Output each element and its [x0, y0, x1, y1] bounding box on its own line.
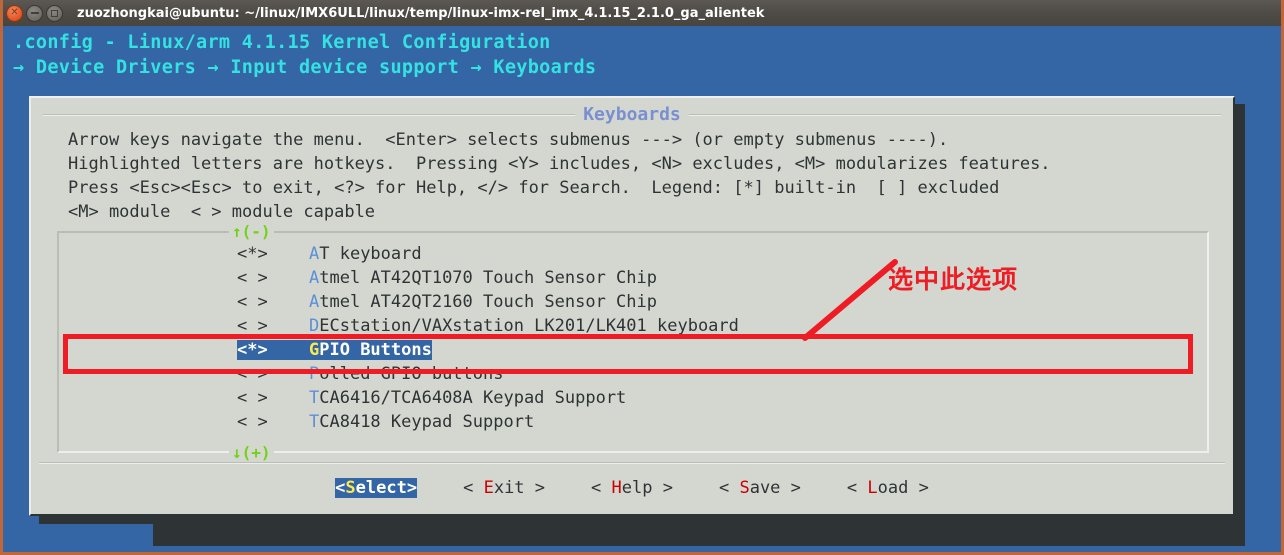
list-item[interactable]: < > TCA6416/TCA6408A Keypad Support — [59, 386, 1207, 410]
maximize-icon — [47, 6, 62, 21]
terminal-window: ✕ zuozhongkai@ubuntu: ~/linux/IMX6ULL/li… — [0, 0, 1284, 555]
terminal-bottom-strip — [153, 524, 1245, 546]
button-label: oad — [877, 478, 909, 498]
option-label: PIO Buttons — [319, 340, 432, 360]
button-label: xit — [493, 478, 525, 498]
option-label: tmel AT42QT1070 Touch Sensor Chip — [319, 268, 658, 288]
list-item[interactable]: < > Atmel AT42QT2160 Touch Sensor Chip — [59, 290, 1207, 314]
option-list-panel: ↑(-) ↓(+) <*> AT keyboard < > Atmel AT42QT… — [57, 222, 1209, 462]
config-title-line: .config - Linux/arm 4.1.15 Kernel Config… — [13, 32, 551, 53]
button-label: elp — [621, 478, 653, 498]
option-flag: < > — [237, 292, 268, 312]
annotation-text: 选中此选项 — [888, 265, 1019, 294]
button-hotkey: H — [611, 478, 622, 498]
terminal-screen: .config - Linux/arm 4.1.15 Kernel Config… — [3, 26, 1281, 552]
option-hotkey: A — [309, 244, 320, 264]
minimize-button[interactable] — [26, 4, 43, 22]
scroll-down-indicator[interactable]: ↓(+) — [229, 443, 274, 462]
exit-button[interactable]: < Exit > — [463, 478, 545, 498]
breadcrumb: → Device Drivers → Input device support … — [13, 57, 597, 78]
window-title: zuozhongkai@ubuntu: ~/linux/IMX6ULL/linu… — [77, 5, 765, 21]
dialog-title-text: Keyboards — [575, 104, 689, 125]
keyboards-dialog: Keyboards Arrow keys navigate the menu. … — [29, 96, 1235, 516]
option-label: tmel AT42QT2160 Touch Sensor Chip — [319, 292, 658, 312]
option-flag: < > — [237, 388, 268, 408]
option-hotkey: T — [309, 412, 320, 432]
button-hotkey: L — [867, 478, 878, 498]
scroll-up-indicator[interactable]: ↑(-) — [229, 222, 274, 241]
minimize-icon — [27, 6, 42, 21]
option-flag: < > — [237, 412, 268, 432]
maximize-button[interactable] — [46, 4, 63, 22]
option-label: CA6416/TCA6408A Keypad Support — [319, 388, 627, 408]
list-item[interactable]: < > Polled GPIO buttons — [59, 362, 1207, 386]
bracket-close: > — [780, 478, 801, 498]
option-selected-content: <*> GPIO Buttons — [237, 340, 432, 360]
option-hotkey: G — [309, 340, 320, 360]
list-item[interactable]: < > Atmel AT42QT1070 Touch Sensor Chip — [59, 266, 1207, 290]
button-label: ave — [749, 478, 781, 498]
bracket-open: < — [335, 478, 346, 498]
window-titlebar[interactable]: ✕ zuozhongkai@ubuntu: ~/linux/IMX6ULL/li… — [3, 0, 1281, 26]
option-hotkey: A — [309, 292, 320, 312]
option-label: T keyboard — [319, 244, 422, 264]
button-hotkey: E — [483, 478, 494, 498]
select-button[interactable]: <Select> — [335, 478, 418, 498]
option-hotkey: T — [309, 388, 320, 408]
button-separator — [39, 462, 1225, 464]
option-flag: <*> — [237, 340, 268, 360]
menuconfig-header: .config - Linux/arm 4.1.15 Kernel Config… — [13, 30, 596, 80]
button-hotkey: S — [345, 478, 356, 498]
list-item[interactable]: < > DECstation/VAXstation LK201/LK401 key… — [59, 314, 1207, 338]
save-button[interactable]: < Save > — [719, 478, 801, 498]
option-hotkey: A — [309, 268, 320, 288]
option-flag: <*> — [237, 244, 268, 264]
option-list: <*> AT keyboard < > Atmel AT42QT1070 Touch… — [59, 242, 1207, 434]
dialog-title: Keyboards — [31, 104, 1233, 125]
bracket-open: < — [846, 478, 868, 498]
option-flag: < > — [237, 316, 268, 336]
bracket-close: > — [908, 478, 929, 498]
option-hotkey: P — [309, 364, 320, 384]
list-item[interactable]: < > TCA8418 Keypad Support — [59, 410, 1207, 434]
button-label: elect — [355, 478, 407, 498]
option-label: CA8418 Keypad Support — [319, 412, 535, 432]
dialog-button-bar: <Select> < Exit > < Help > < Save > < Load > — [31, 478, 1233, 498]
load-button[interactable]: < Load > — [847, 478, 929, 498]
option-label: ECstation/VAXstation LK201/LK401 keyboar… — [319, 316, 739, 336]
close-icon: ✕ — [10, 7, 19, 18]
option-label: olled GPIO buttons — [319, 364, 504, 384]
bracket-close: > — [652, 478, 673, 498]
list-item[interactable]: <*> AT keyboard — [59, 242, 1207, 266]
bracket-close: > — [524, 478, 546, 498]
bracket-open: < — [463, 478, 484, 498]
option-flag: < > — [237, 364, 268, 384]
list-item-selected[interactable]: <*> GPIO Buttons — [59, 338, 1207, 362]
option-hotkey: D — [309, 316, 320, 336]
button-hotkey: S — [739, 478, 750, 498]
dialog-help-text: Arrow keys navigate the menu. <Enter> se… — [68, 130, 1051, 222]
close-button[interactable]: ✕ — [6, 4, 23, 22]
bracket-open: < — [718, 478, 740, 498]
bracket-open: < — [591, 478, 612, 498]
option-flag: < > — [237, 268, 268, 288]
help-button[interactable]: < Help > — [591, 478, 673, 498]
bracket-close: > — [406, 478, 418, 498]
